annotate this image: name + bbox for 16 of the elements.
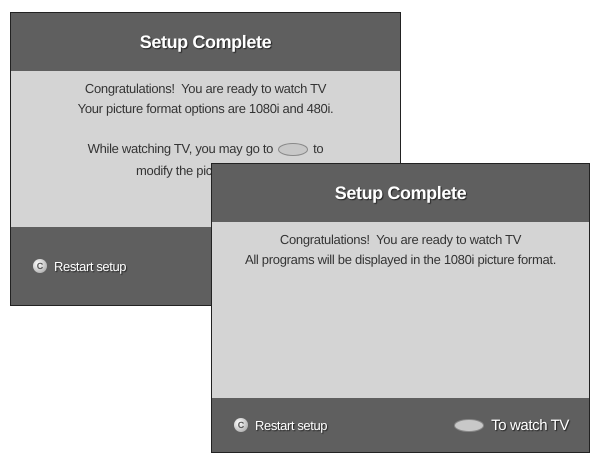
message-text: All programs will be displayed in the 1080i picture format. (244, 252, 556, 268)
action-label: To watch TV (491, 416, 569, 434)
message-text: modify the pic (135, 163, 212, 179)
message-text: Congratulations! You are ready to watch TV (84, 81, 326, 97)
remote-key-icon: C (234, 418, 248, 432)
screen-title: Setup Complete (140, 32, 272, 52)
message-text: Your picture format options are 1080i and 480i. (78, 101, 334, 117)
message-text: Congratulations! You are ready to watch TV (280, 232, 522, 248)
action-label: Restart setup (54, 258, 126, 274)
message-text: to (313, 141, 324, 157)
remote-key-icon (454, 418, 484, 432)
screen-title: Setup Complete (334, 182, 466, 204)
remote-key-icon (278, 142, 308, 156)
remote-key-icon: C (33, 259, 47, 273)
action-label: Restart setup (255, 418, 328, 432)
message-text: While watching TV, you may go to (88, 141, 274, 157)
